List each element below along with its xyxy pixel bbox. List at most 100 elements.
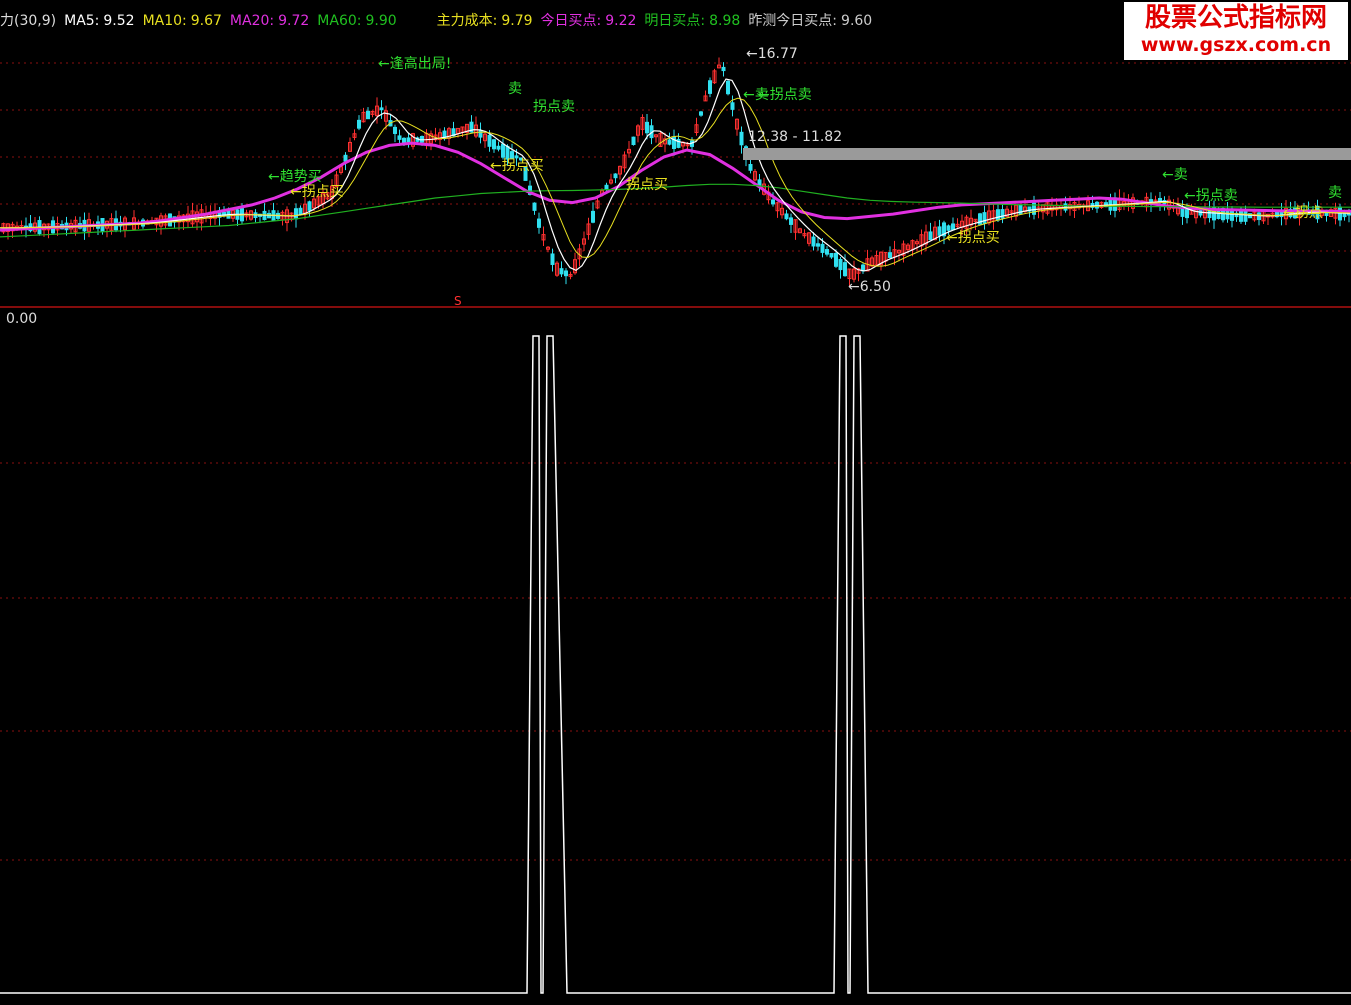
candle-body [343,154,348,162]
today-buy-value: 9.22 [605,13,637,29]
candle-body [366,110,370,120]
candle-body [294,208,298,220]
candle-body [811,236,816,247]
candle-body [487,134,492,147]
signal-line [0,335,1351,994]
candle-body [838,258,843,271]
candle-body [667,139,672,145]
candle-body [379,107,384,111]
tomorrow-buy-value: 8.98 [709,13,741,29]
sub-panel-value: 0.00 [6,311,38,327]
ma5-line [0,78,1351,272]
sell-label-2: ←卖 [1162,167,1188,183]
candle-body [789,217,793,225]
candle-body [982,212,987,224]
turn-buy-label-4: ←拐点买 [946,230,1000,246]
ma10-value: 9.67 [190,13,222,29]
candle-body [397,135,402,140]
ma60-label: MA60: [317,13,362,29]
grid-lines [0,62,1351,861]
candle-body [951,223,955,231]
moving-average-lines [0,78,1351,272]
ma5-label: MA5: [64,13,100,29]
turn-sell-label-1: 拐点卖 [533,99,575,115]
candle-body [357,119,361,129]
turn-buy-label-2: ←拐点买 [290,184,344,200]
turn-sell-label-2: ←拐点卖 [758,87,812,103]
escape-high-label: ←逢高出局! [378,55,451,72]
candle-body [996,209,1000,221]
candle-body [604,184,609,190]
today-buy-label: 今日买点: [540,13,602,29]
candle-body [501,143,505,158]
sell-label-3: 卖 [508,81,522,97]
candle-body [730,102,735,110]
ma20-value: 9.72 [278,13,310,29]
candle-body [739,131,744,146]
candle-body [888,252,892,258]
candle-body [537,218,541,228]
high-price-label: ←16.77 [746,46,798,62]
candle-body [708,80,712,94]
trend-buy-label: ←趋势买 [268,169,322,185]
candle-body [559,268,564,275]
candle-body [843,262,847,277]
candle-body [496,145,501,150]
candle-body [550,253,555,265]
ma10-line [0,97,1351,267]
sub-indicator-panel [0,335,1351,994]
s-marker: S [454,294,462,308]
candle-body [748,164,753,171]
candle-body [771,199,775,205]
candle-body [825,248,829,255]
candle-body [937,226,942,236]
candle-body [829,253,834,258]
candle-body [307,201,312,211]
tail-label-1: ←拐点 [1283,205,1323,221]
watermark-url: www.gszx.com.cn [1140,34,1332,56]
turn-buy-label-1: ←拐点买 [490,158,544,174]
turn-buy-label-3: 拐点买 [626,177,668,193]
candlesticks [1,57,1351,287]
tail-label-2: 卖 [1328,185,1342,201]
low-price-label: ←6.50 [848,279,891,295]
turn-sell-label-3: ←拐点卖 [1184,188,1238,204]
stock-chart: ←16.77←6.5012.38 - 11.82←逢高出局!←卖←卖卖拐点卖←拐… [0,46,1351,994]
yest-buy-label: 昨测今日买点: [748,13,838,29]
candle-body [591,210,595,223]
candle-body [721,66,726,72]
yest-buy-value: 9.60 [841,13,873,29]
ma20-label: MA20: [229,13,275,29]
candle-body [1198,210,1203,216]
candle-body [928,231,933,241]
candle-body [699,111,703,116]
candle-body [298,207,303,215]
watermark-title: 股票公式指标网 [1144,3,1327,33]
candle-body [631,136,636,146]
range-label: 12.38 - 11.82 [748,129,842,145]
candle-body [613,173,618,179]
cost-value: 9.79 [501,13,533,29]
indicator-header: 力(30,9) MA5: 9.52 MA10: 9.67 MA20: 9.72 MA60: 9.… [0,10,880,32]
ma10-label: MA10: [142,13,187,29]
tomorrow-buy-label: 明日买点: [644,13,706,29]
candle-body [393,126,397,134]
resistance-bar [743,148,1351,160]
candle-body [532,202,537,211]
indicator-name: 力(30,9) [0,13,57,29]
candle-body [402,137,406,144]
candle-body [834,252,838,267]
cost-label: 主力成本: [436,13,498,29]
watermark-logo: 股票公式指标网 www.gszx.com.cn [1124,2,1348,60]
candle-body [820,243,825,253]
candle-body [564,270,568,277]
ma5-value: 9.52 [103,13,135,29]
signal-labels: ←16.77←6.5012.38 - 11.82←逢高出局!←卖←卖卖拐点卖←拐… [268,46,1342,308]
candle-body [757,179,762,186]
candle-body [784,213,789,220]
candle-body [816,243,820,247]
ma60-value: 9.90 [365,13,397,29]
candle-body [492,139,496,150]
candle-body [726,80,730,95]
candle-body [645,121,649,134]
